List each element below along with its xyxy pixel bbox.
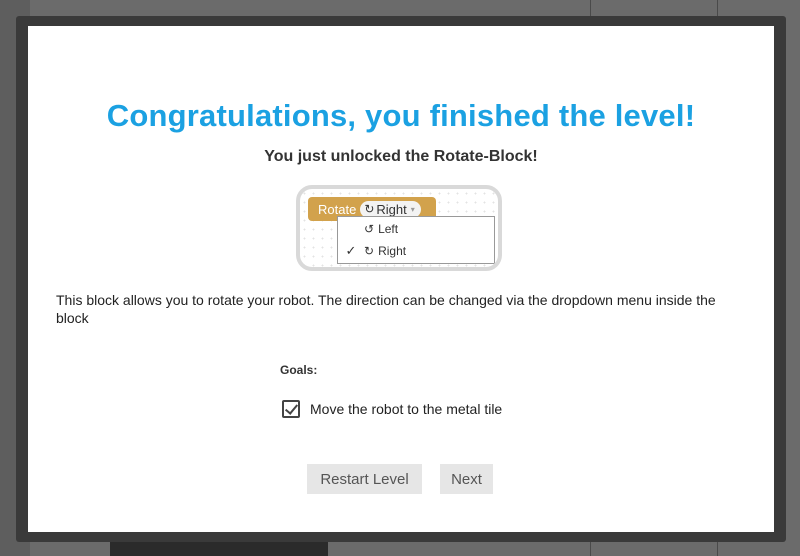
- dialog-title: Congratulations, you finished the level!: [106, 98, 696, 133]
- direction-select-value: Right: [376, 201, 407, 217]
- block-description: This block allows you to rotate your rob…: [56, 292, 716, 326]
- dropdown-option-label: Left: [378, 222, 399, 236]
- block-preview: Rotate ↻ Right ▾ ↺ Left ✓ ↻ Right: [296, 185, 502, 271]
- check-icon: ✓: [345, 243, 357, 258]
- rotate-block-label: Rotate: [318, 201, 357, 217]
- direction-dropdown-menu: ↺ Left ✓ ↻ Right: [337, 216, 495, 264]
- checkbox-checked-icon: [282, 400, 300, 418]
- rotate-right-icon: ↻: [364, 202, 375, 216]
- rotate-left-icon: ↺: [364, 222, 375, 236]
- chevron-down-icon: ▾: [410, 204, 415, 214]
- level-complete-dialog: Congratulations, you finished the level!…: [28, 26, 774, 532]
- goal-text: Move the robot to the metal tile: [310, 401, 503, 417]
- direction-select: ↻ Right ▾: [360, 200, 421, 218]
- goals-heading: Goals:: [280, 363, 318, 377]
- dropdown-option-left: ↺ Left: [338, 219, 494, 239]
- next-button[interactable]: Next: [440, 464, 493, 494]
- restart-level-button[interactable]: Restart Level: [307, 464, 422, 494]
- dropdown-option-label: Right: [378, 244, 407, 258]
- dialog-subtitle: You just unlocked the Rotate-Block!: [264, 148, 538, 165]
- rotate-right-icon: ↻: [364, 244, 375, 258]
- goal-item: Move the robot to the metal tile: [282, 400, 502, 418]
- dropdown-option-right: ✓ ↻ Right: [338, 241, 494, 261]
